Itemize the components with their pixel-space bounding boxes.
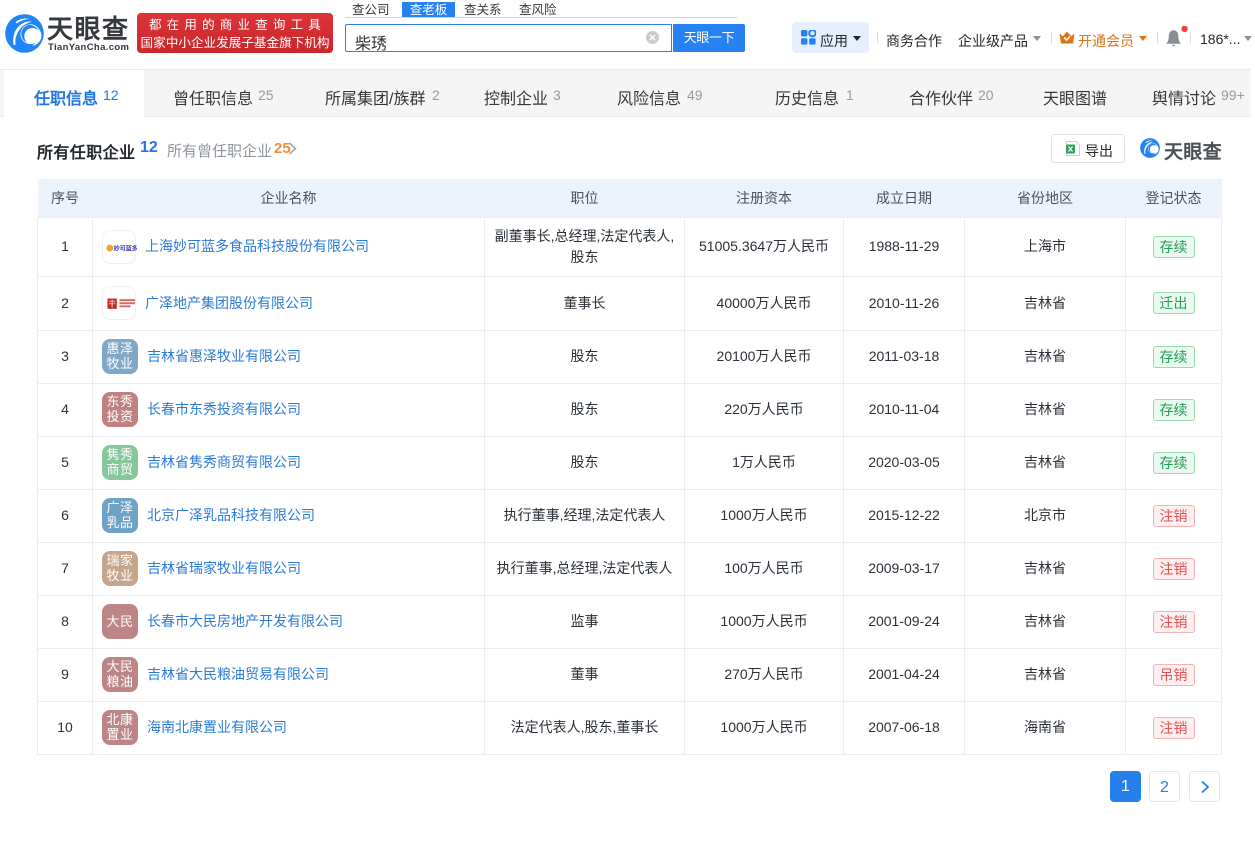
svg-text:妙可蓝多: 妙可蓝多 — [114, 244, 137, 252]
